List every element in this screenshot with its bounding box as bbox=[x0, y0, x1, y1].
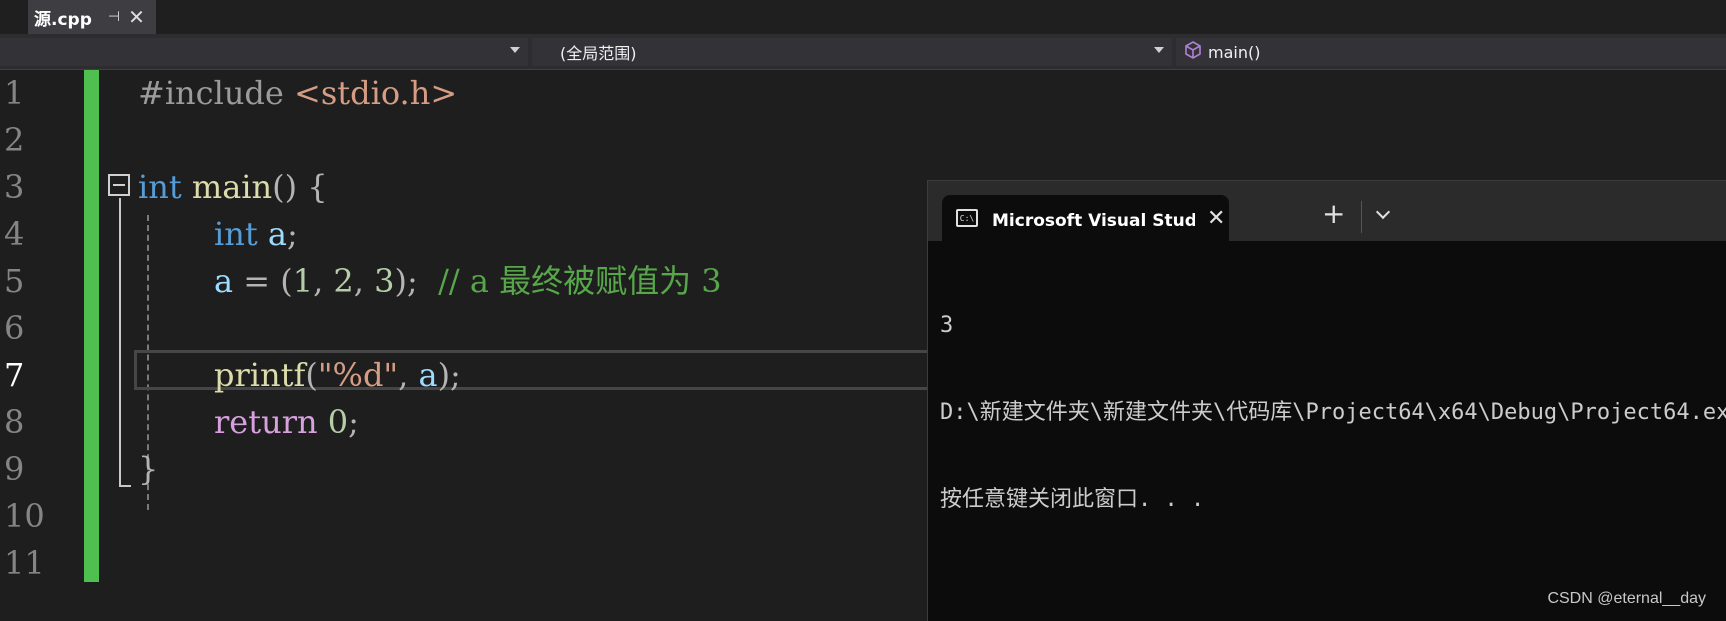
console-tab-bar: C:\ Microsoft Visual Studio 调试控制台 ✕ + bbox=[928, 181, 1726, 241]
variable: a bbox=[214, 262, 234, 300]
console-output-line: 3 bbox=[940, 313, 954, 338]
cube-icon bbox=[1184, 41, 1202, 63]
line-number-current: 7 bbox=[4, 356, 25, 394]
include-header: <stdio.h> bbox=[294, 74, 458, 112]
cmd-icon: C:\ bbox=[956, 209, 978, 227]
dropdown-arrow-icon bbox=[510, 47, 520, 53]
code-line-8: return 0; bbox=[214, 399, 359, 446]
member-dropdown[interactable]: main() bbox=[1176, 38, 1726, 66]
punctuation: ); bbox=[437, 356, 461, 394]
code-line-4: int a; bbox=[214, 211, 298, 258]
dropdown-arrow-icon bbox=[1154, 47, 1164, 53]
punctuation: ( bbox=[305, 356, 318, 394]
code-line-9: } bbox=[138, 446, 158, 493]
punctuation: = ( bbox=[233, 262, 293, 300]
number: 1 bbox=[292, 262, 314, 300]
watermark: CSDN @eternal__day bbox=[1547, 590, 1706, 607]
variable: a bbox=[267, 215, 287, 253]
punctuation: ; bbox=[348, 403, 359, 441]
fold-collapse-icon[interactable] bbox=[108, 174, 130, 196]
punctuation: , bbox=[313, 262, 334, 300]
closing-brace: } bbox=[138, 450, 159, 488]
fold-region-line bbox=[119, 198, 121, 487]
scope-dropdown[interactable]: (全局范围) bbox=[532, 38, 1172, 66]
keyword: int bbox=[214, 215, 258, 253]
number: 0 bbox=[327, 403, 349, 441]
line-number: 11 bbox=[4, 544, 45, 582]
close-icon[interactable]: ✕ bbox=[1207, 206, 1225, 231]
code-line-5: a = (1, 2, 3); // a 最终被赋值为 3 bbox=[214, 258, 722, 305]
code-line-1: #include <stdio.h> bbox=[138, 70, 457, 117]
plus-icon[interactable]: + bbox=[1322, 197, 1345, 230]
line-number: 9 bbox=[4, 450, 25, 488]
code-line-7: printf("%d", a); bbox=[214, 352, 461, 399]
keyword: int bbox=[138, 168, 182, 206]
punctuation: () { bbox=[272, 168, 328, 206]
code-line-3: int main() { bbox=[138, 164, 328, 211]
number: 3 bbox=[374, 262, 395, 300]
line-number: 6 bbox=[4, 309, 25, 347]
navigation-bar: (全局范围) main() bbox=[0, 35, 1726, 70]
line-number: 3 bbox=[4, 168, 25, 206]
separator bbox=[1361, 201, 1362, 233]
console-tab[interactable]: C:\ Microsoft Visual Studio 调试控制台 ✕ bbox=[942, 195, 1229, 241]
punctuation: ); bbox=[394, 262, 418, 300]
document-tab-bar: 源.cpp ⊣ ✕ bbox=[0, 0, 1726, 35]
line-number: 8 bbox=[4, 403, 25, 441]
preprocessor-directive: #include bbox=[138, 74, 284, 112]
file-tab[interactable]: 源.cpp ⊣ ✕ bbox=[28, 0, 156, 34]
member-label: main() bbox=[1208, 42, 1261, 62]
line-number: 10 bbox=[4, 497, 45, 535]
fold-region-end bbox=[119, 485, 131, 487]
console-output[interactable]: 3 D:\新建文件夹\新建文件夹\代码库\Project64\x64\Debug… bbox=[940, 253, 1726, 572]
number: 2 bbox=[333, 262, 354, 300]
line-number: 4 bbox=[4, 215, 25, 253]
console-output-line: 按任意键关闭此窗口. . . bbox=[940, 487, 1205, 512]
punctuation: , bbox=[353, 262, 375, 300]
project-dropdown[interactable] bbox=[0, 38, 528, 66]
variable: a bbox=[418, 356, 438, 394]
function-name: printf bbox=[214, 356, 306, 394]
chevron-down-icon[interactable] bbox=[1375, 204, 1391, 220]
pin-icon[interactable]: ⊣ bbox=[108, 9, 120, 25]
punctuation: , bbox=[398, 356, 419, 394]
return-keyword: return bbox=[214, 403, 318, 441]
debug-console-window[interactable]: C:\ Microsoft Visual Studio 调试控制台 ✕ + 3 … bbox=[927, 180, 1726, 621]
function-name: main bbox=[191, 168, 273, 206]
string-literal: "%d" bbox=[317, 356, 399, 394]
scope-label: (全局范围) bbox=[560, 44, 637, 63]
file-tab-label: 源.cpp bbox=[34, 9, 92, 30]
punctuation: ; bbox=[286, 215, 298, 253]
line-number: 5 bbox=[4, 262, 25, 300]
comment: // a 最终被赋值为 3 bbox=[438, 262, 722, 300]
console-output-line: D:\新建文件夹\新建文件夹\代码库\Project64\x64\Debug\P… bbox=[940, 400, 1726, 425]
line-number: 2 bbox=[4, 121, 25, 159]
line-number: 1 bbox=[4, 74, 25, 112]
console-title: Microsoft Visual Studio 调试控制台 bbox=[992, 210, 1195, 231]
change-tracking-bar bbox=[84, 70, 99, 582]
close-icon[interactable]: ✕ bbox=[128, 5, 145, 29]
